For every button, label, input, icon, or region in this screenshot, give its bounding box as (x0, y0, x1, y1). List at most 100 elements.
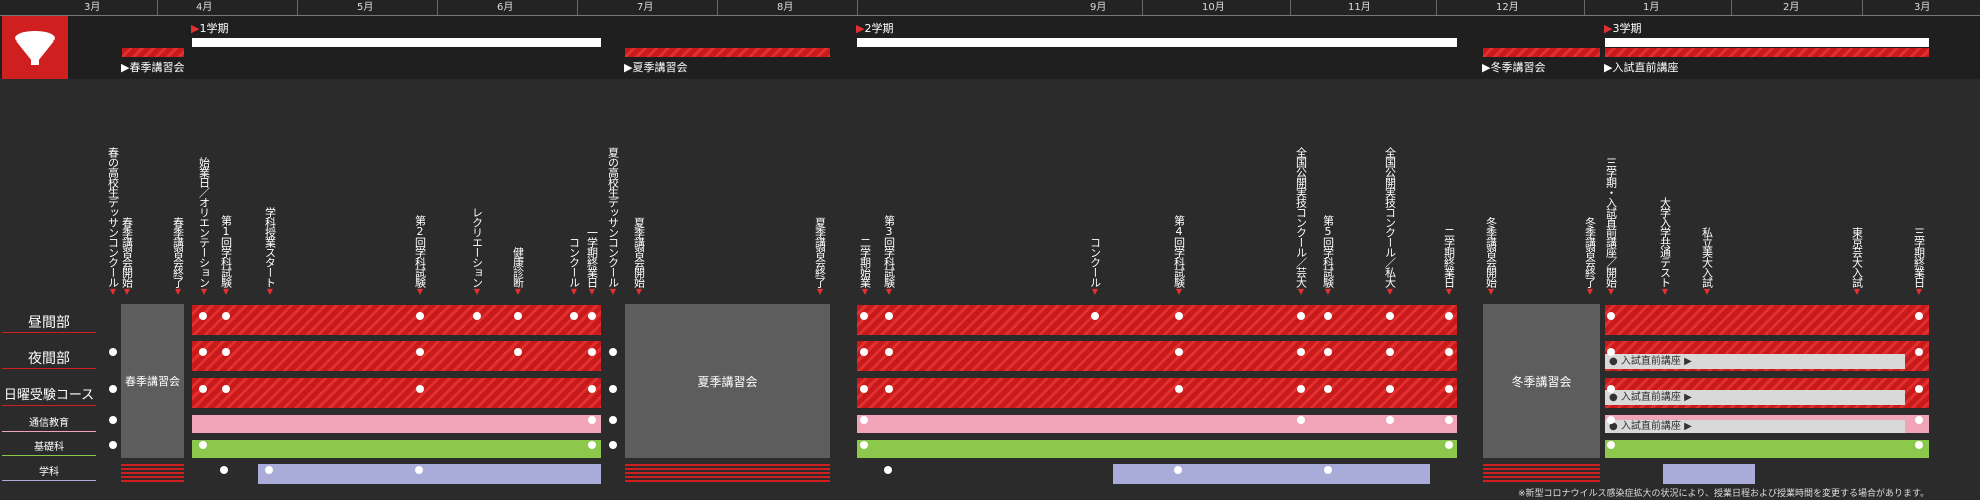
correspondence-bar (857, 415, 1457, 433)
month-label: 9月 (1090, 2, 1107, 13)
lecture-label: ▶入試直前講座 (1604, 61, 1679, 74)
event-dot (1175, 385, 1183, 393)
term-label: ▶1学期 (191, 22, 229, 35)
lecture-label: ▶冬季講習会 (1482, 61, 1546, 74)
event-dot (1445, 348, 1453, 356)
month-label: 11月 (1348, 2, 1371, 13)
event-dot (860, 441, 868, 449)
exam-prep-bar: ● 入試直前講座 ▶ (1605, 420, 1905, 433)
event-dot (109, 441, 117, 449)
logo (2, 16, 68, 79)
month-tick (1584, 0, 1585, 15)
basic-bar (1605, 440, 1929, 458)
event-marker: 春季講習会開始 ▼ (120, 217, 134, 296)
basic-bar (192, 440, 601, 458)
lecture-bar (122, 48, 184, 57)
month-label: 7月 (637, 2, 654, 13)
event-dot (588, 348, 596, 356)
term-bar (1605, 38, 1929, 47)
term-bar (192, 38, 601, 47)
event-dot (1445, 416, 1453, 424)
event-marker: 第1回学科試験 ▼ (219, 215, 233, 296)
spring-break-block: 春季講習会 (121, 304, 184, 458)
month-tick (1731, 0, 1732, 15)
event-dot (885, 348, 893, 356)
event-dot (860, 416, 868, 424)
event-marker: 二学期終業日 ▼ (1442, 227, 1456, 296)
month-tick (297, 0, 298, 15)
event-marker: 健康診断 ▼ (511, 247, 525, 296)
event-dot (609, 416, 617, 424)
event-marker: 全国公開実技コンクール／芸大 ▼ (1294, 147, 1308, 296)
event-dot (1324, 348, 1332, 356)
footnote: ※新型コロナウイルス感染症拡大の状況により、授業日程および授業時間を変更する場合… (1518, 489, 1930, 499)
winter-break-block: 冬季講習会 (1483, 304, 1600, 458)
event-dot (1445, 441, 1453, 449)
event-dot (588, 441, 596, 449)
exam-prep-bar: ● 入試直前講座 ▶ (1605, 390, 1905, 405)
event-dot (199, 441, 207, 449)
event-dot (1607, 348, 1615, 356)
month-label: 2月 (1783, 2, 1800, 13)
month-tick (1290, 0, 1291, 15)
event-dot (1297, 312, 1305, 320)
lecture-label: ▶春季講習会 (121, 61, 185, 74)
event-marker: 春の高校生デッサンコンクール ▼ (106, 147, 120, 296)
event-dot (473, 312, 481, 320)
evening-bar (857, 341, 1457, 371)
month-label: 5月 (357, 2, 374, 13)
event-marker: 第5回学科試験 ▼ (1321, 215, 1335, 296)
lecture-marker (1483, 464, 1600, 484)
funnel-icon (15, 31, 55, 65)
event-dot (609, 385, 617, 393)
event-dot (514, 348, 522, 356)
event-dot (860, 312, 868, 320)
event-dot (199, 348, 207, 356)
lecture-bar (1605, 48, 1929, 57)
event-marker: 学科授業スタート ▼ (263, 207, 277, 296)
event-dot (109, 348, 117, 356)
month-tick (1436, 0, 1437, 15)
event-marker: 夏の高校生デッサンコンクール ▼ (606, 147, 620, 296)
event-dot (1915, 441, 1923, 449)
event-marker: 第2回学科試験 ▼ (413, 215, 427, 296)
correspondence-bar (192, 415, 601, 433)
basic-bar (857, 440, 1457, 458)
event-marker: 夏季講習会開始 ▼ (632, 217, 646, 296)
event-dot (1607, 416, 1615, 424)
event-dot (609, 441, 617, 449)
event-marker: 冬季講習会終了 ▼ (1583, 217, 1597, 296)
academic-bar (1113, 464, 1430, 484)
row-label-evening: 夜間部 (2, 350, 96, 369)
academic-bar (258, 464, 601, 484)
event-dot (1386, 348, 1394, 356)
sunday-bar (192, 378, 601, 408)
event-dot (1607, 441, 1615, 449)
event-marker: 夏季講習会終了 ▼ (813, 217, 827, 296)
term-bar (857, 38, 1457, 47)
event-dot (588, 416, 596, 424)
event-dot (1324, 312, 1332, 320)
event-marker: 大学入学共通テスト ▼ (1658, 197, 1672, 296)
month-tick (1142, 0, 1143, 15)
event-dot (1915, 416, 1923, 424)
event-dot (222, 385, 230, 393)
lecture-bar (1483, 48, 1600, 57)
month-label: 4月 (196, 2, 213, 13)
event-dot (1915, 312, 1923, 320)
event-dot (1175, 348, 1183, 356)
event-marker: コンクール ▼ (567, 237, 581, 296)
row-label-daytime: 昼間部 (2, 314, 96, 333)
row-label-academic: 学科 (2, 466, 96, 481)
month-label: 3月 (84, 2, 101, 13)
daytime-bar (192, 305, 601, 335)
academic-bar (1663, 464, 1755, 484)
month-tick (437, 0, 438, 15)
row-label-correspondence: 通信教育 (2, 417, 96, 432)
event-dot (416, 348, 424, 356)
event-dot (1297, 385, 1305, 393)
event-marker: 第4回学科試験 ▼ (1172, 215, 1186, 296)
event-dot (199, 312, 207, 320)
event-dot (1297, 416, 1305, 424)
event-dot (222, 348, 230, 356)
